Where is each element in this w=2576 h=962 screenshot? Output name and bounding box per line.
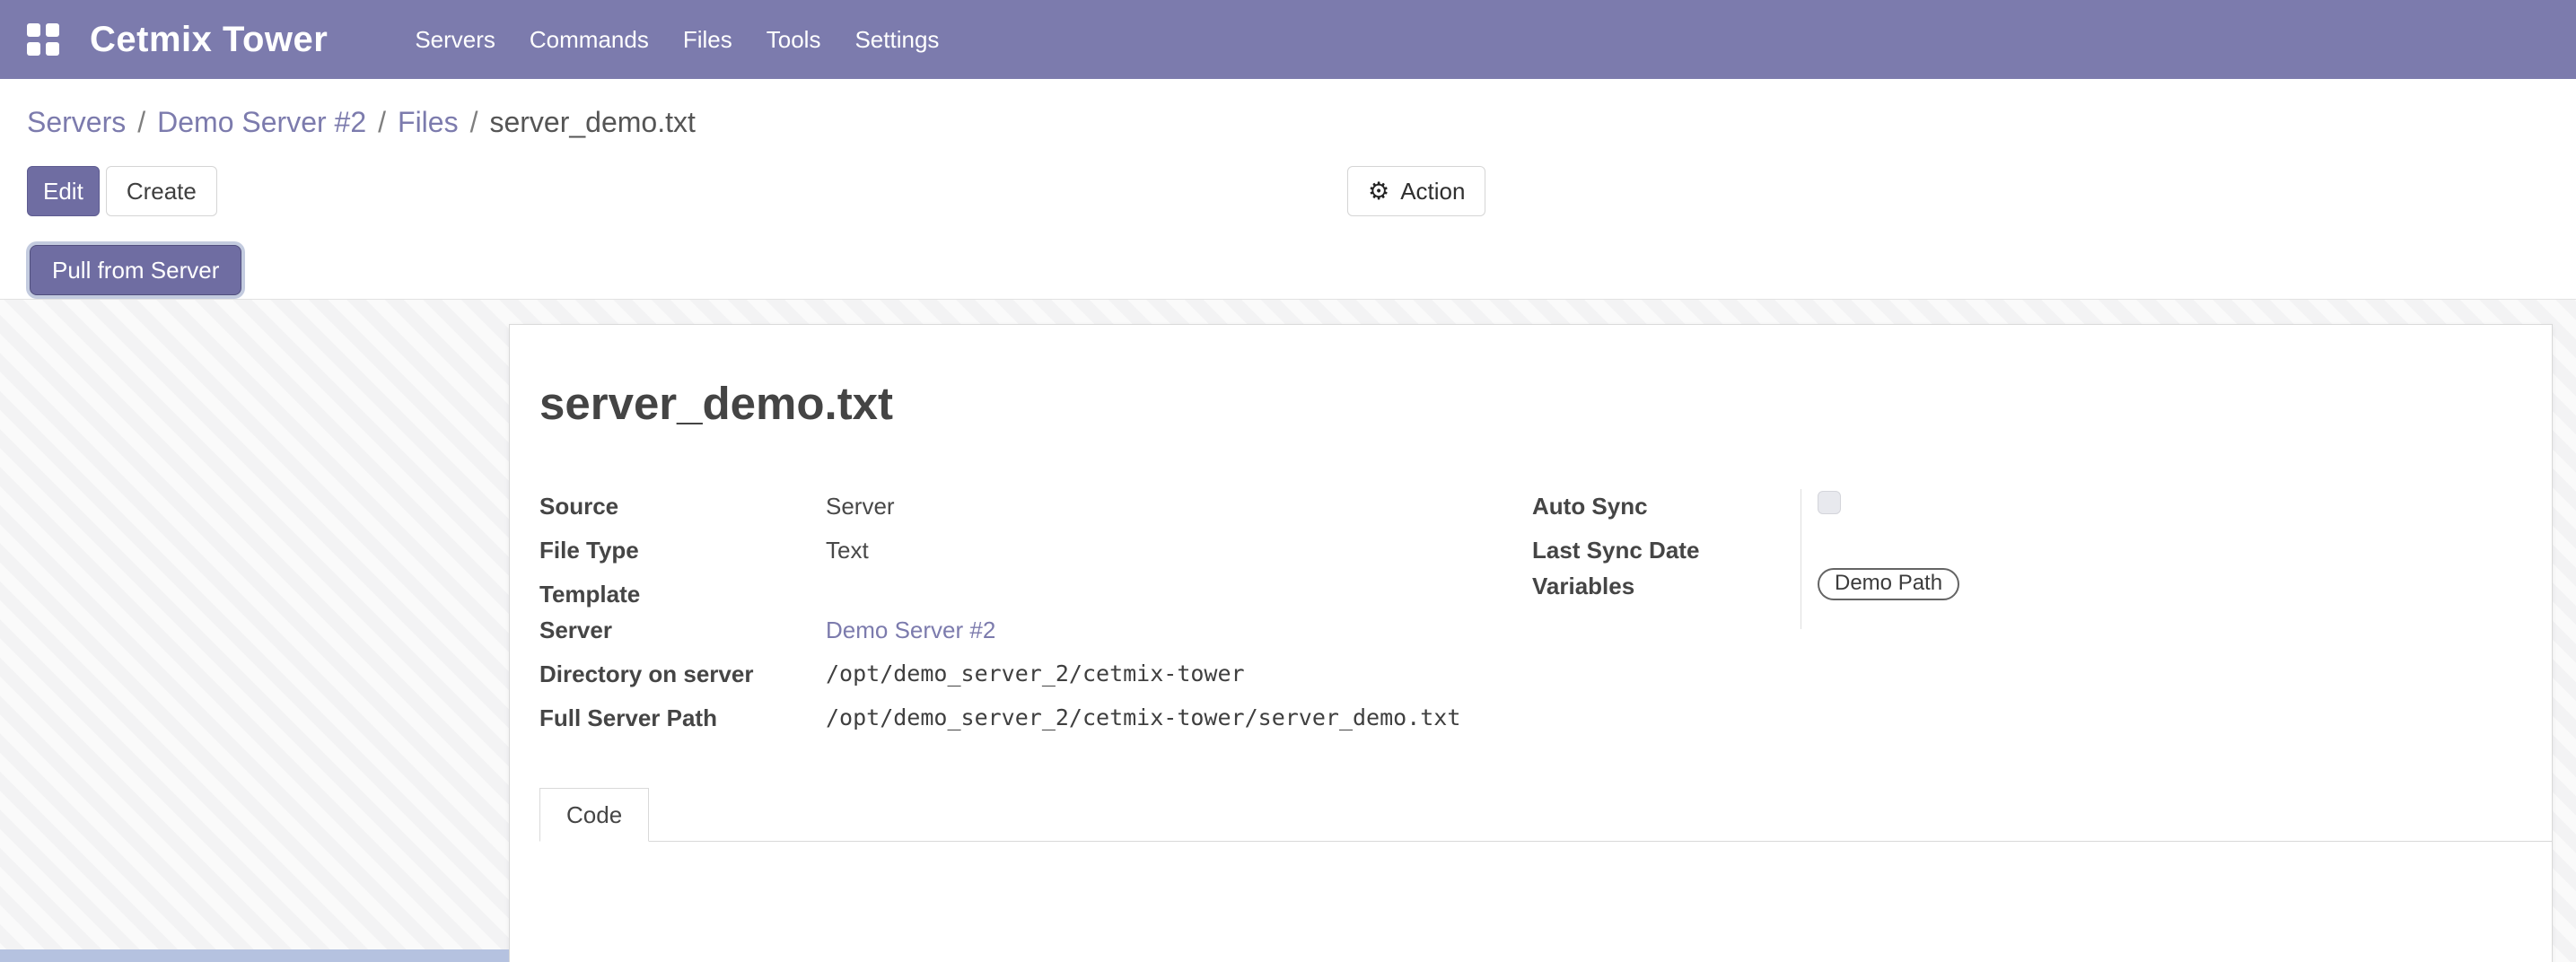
pull-from-server-button[interactable]: Pull from Server (30, 245, 241, 295)
breadcrumb-separator: / (137, 106, 145, 139)
menu-item-tools[interactable]: Tools (749, 0, 838, 79)
field-row-file-type: File Type Text (539, 531, 1532, 575)
button-row: Edit Create (27, 166, 2576, 216)
bottom-strip (0, 949, 509, 962)
apps-grid-icon[interactable] (27, 23, 59, 56)
breadcrumb-current: server_demo.txt (489, 106, 695, 139)
field-label: Server (539, 611, 826, 645)
menu-item-settings[interactable]: Settings (837, 0, 956, 79)
field-value: Text (826, 531, 869, 565)
field-label: Source (539, 487, 826, 521)
variable-tag[interactable]: Demo Path (1818, 568, 1959, 600)
field-value: Demo Path (1818, 567, 1959, 600)
field-groups: Source Server File Type Text Template Se… (539, 487, 2552, 743)
field-label: Variables (1532, 567, 1818, 601)
server-record-link[interactable]: Demo Server #2 (826, 611, 995, 645)
menu-item-commands[interactable]: Commands (513, 0, 666, 79)
field-label: Last Sync Date (1532, 531, 1818, 565)
field-label: Directory on server (539, 655, 826, 689)
header-buttons-row: Pull from Server (27, 245, 2576, 295)
breadcrumb-link-demo-server[interactable]: Demo Server #2 (157, 106, 366, 139)
main-menu: Servers Commands Files Tools Settings (398, 0, 956, 79)
menu-item-files[interactable]: Files (666, 0, 749, 79)
field-row-source: Source Server (539, 487, 1532, 531)
breadcrumb-separator: / (470, 106, 478, 139)
edit-button[interactable]: Edit (27, 166, 100, 216)
breadcrumb-separator: / (378, 106, 386, 139)
field-label: Auto Sync (1532, 487, 1818, 521)
field-group-right: Auto Sync Last Sync Date Variables Demo … (1532, 487, 2340, 611)
menu-item-servers[interactable]: Servers (398, 0, 513, 79)
field-label: Full Server Path (539, 699, 826, 733)
action-menu-button[interactable]: ⚙ Action (1347, 166, 1485, 216)
top-navbar: Cetmix Tower Servers Commands Files Tool… (0, 0, 2576, 79)
tab-code[interactable]: Code (539, 788, 649, 842)
field-label: File Type (539, 531, 826, 565)
control-panel: Servers / Demo Server #2 / Files / serve… (0, 79, 2576, 299)
app-brand[interactable]: Cetmix Tower (90, 20, 328, 60)
field-label: Template (539, 575, 826, 609)
breadcrumb: Servers / Demo Server #2 / Files / serve… (27, 102, 2576, 142)
breadcrumb-link-files[interactable]: Files (398, 106, 459, 139)
auto-sync-checkbox[interactable] (1818, 491, 1841, 514)
field-row-full-path: Full Server Path /opt/demo_server_2/cetm… (539, 699, 1532, 743)
field-group-left: Source Server File Type Text Template Se… (539, 487, 1532, 743)
breadcrumb-link-servers[interactable]: Servers (27, 106, 126, 139)
notebook-tabs: Code (539, 788, 2552, 842)
field-value: /opt/demo_server_2/cetmix-tower/server_d… (826, 699, 1460, 731)
field-value: Server (826, 487, 895, 521)
form-view-area: server_demo.txt Source Server File Type … (0, 299, 2576, 962)
field-row-variables: Variables Demo Path (1532, 567, 2340, 611)
form-sheet: server_demo.txt Source Server File Type … (509, 324, 2553, 962)
action-menu-label: Action (1400, 178, 1465, 206)
record-title: server_demo.txt (539, 377, 2552, 430)
field-row-last-sync-date: Last Sync Date (1532, 531, 2340, 567)
create-button[interactable]: Create (106, 166, 217, 216)
gear-icon: ⚙ (1368, 179, 1389, 204)
field-row-directory: Directory on server /opt/demo_server_2/c… (539, 655, 1532, 699)
field-row-server: Server Demo Server #2 (539, 611, 1532, 655)
field-value: /opt/demo_server_2/cetmix-tower (826, 655, 1245, 687)
field-row-template: Template (539, 575, 1532, 611)
field-row-auto-sync: Auto Sync (1532, 487, 2340, 531)
